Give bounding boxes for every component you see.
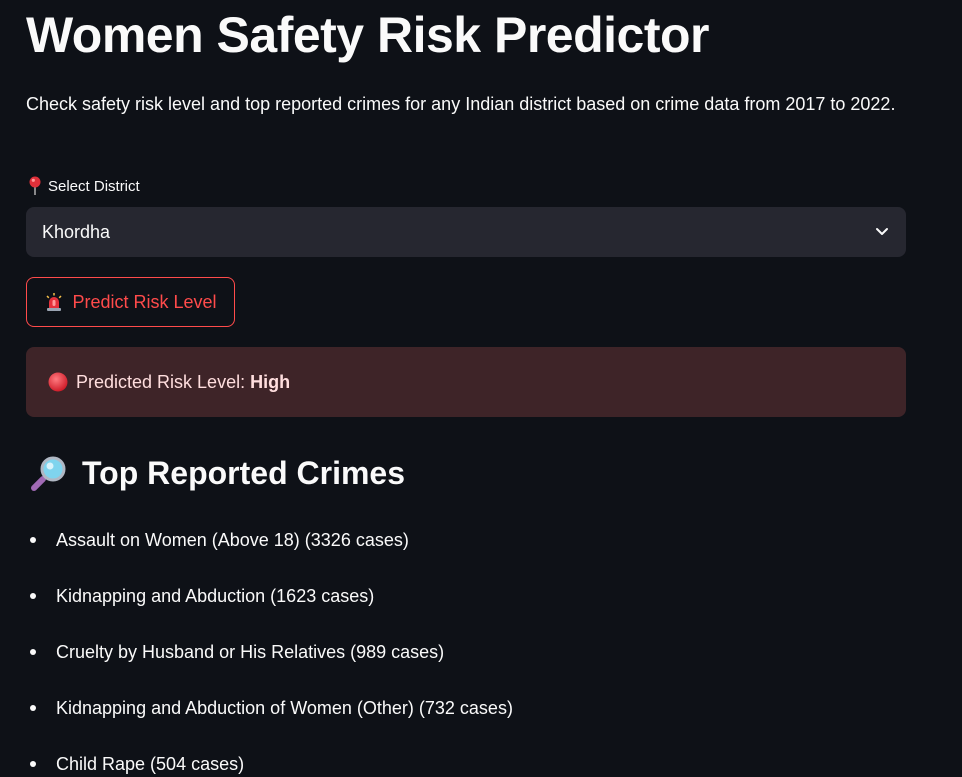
district-select-label-text: Select District bbox=[48, 177, 140, 195]
risk-result-alert: Predicted Risk Level: High bbox=[26, 347, 906, 417]
list-item: Child Rape (504 cases) bbox=[26, 736, 513, 777]
list-item-text: Kidnapping and Abduction of Women (Other… bbox=[56, 697, 513, 718]
list-item-text: Cruelty by Husband or His Relatives (989… bbox=[56, 641, 445, 662]
police-light-icon bbox=[44, 292, 64, 312]
district-select-label: Select District bbox=[28, 176, 140, 196]
top-crimes-heading: Top Reported Crimes bbox=[30, 450, 405, 496]
page-description: Check safety risk level and top reported… bbox=[26, 94, 896, 114]
list-item: Kidnapping and Abduction (1623 cases) bbox=[26, 568, 513, 624]
app-page: Women Safety Risk Predictor Check safety… bbox=[0, 0, 962, 777]
district-select[interactable]: Khordha bbox=[26, 207, 906, 257]
list-item: Assault on Women (Above 18) (3326 cases) bbox=[26, 512, 513, 568]
bullet-icon bbox=[30, 593, 36, 599]
bullet-icon bbox=[30, 761, 36, 767]
bullet-icon bbox=[30, 537, 36, 543]
list-item: Kidnapping and Abduction of Women (Other… bbox=[26, 680, 513, 736]
pushpin-icon bbox=[28, 176, 42, 196]
list-item-text: Assault on Women (Above 18) (3326 cases) bbox=[56, 529, 409, 550]
list-item: Cruelty by Husband or His Relatives (989… bbox=[26, 624, 513, 680]
red-circle-icon bbox=[48, 372, 68, 392]
bullet-icon bbox=[30, 705, 36, 711]
list-item-text: Child Rape (504 cases) bbox=[56, 753, 245, 774]
district-select-value: Khordha bbox=[42, 221, 111, 242]
risk-level-value: High bbox=[250, 371, 291, 392]
list-item-text: Kidnapping and Abduction (1623 cases) bbox=[56, 585, 375, 606]
magnifying-glass-icon bbox=[30, 454, 68, 492]
top-crimes-heading-text: Top Reported Crimes bbox=[82, 455, 405, 491]
predict-risk-button-label: Predict Risk Level bbox=[72, 291, 217, 312]
bullet-icon bbox=[30, 649, 36, 655]
risk-result-prefix: Predicted Risk Level: bbox=[76, 371, 246, 392]
top-crimes-list: Assault on Women (Above 18) (3326 cases)… bbox=[26, 512, 513, 777]
chevron-down-icon[interactable] bbox=[874, 224, 890, 240]
predict-risk-button[interactable]: Predict Risk Level bbox=[26, 277, 235, 327]
page-title: Women Safety Risk Predictor bbox=[26, 7, 710, 63]
risk-result-text: Predicted Risk Level: High bbox=[76, 372, 290, 393]
